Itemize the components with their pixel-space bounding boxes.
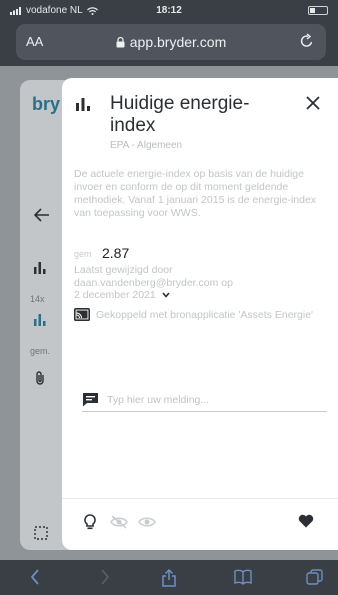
message-icon — [82, 392, 99, 407]
value-label: gem — [74, 249, 92, 259]
forward-icon[interactable] — [100, 569, 110, 585]
signal-icon — [10, 6, 22, 15]
heart-icon[interactable] — [298, 514, 314, 528]
linked-text: Gekoppeld met bronapplicatie 'Assets Ene… — [96, 309, 314, 321]
bg-label-gem: gem. — [30, 346, 51, 356]
address-bar[interactable]: AA app.bryder.com — [16, 24, 326, 60]
cast-icon — [74, 308, 90, 321]
back-icon[interactable] — [30, 569, 40, 585]
wifi-icon — [86, 6, 98, 15]
hidden-eye-icon[interactable] — [110, 514, 128, 530]
changed-date-dropdown[interactable]: 2 december 2021 — [74, 289, 170, 302]
linked-source: Gekoppeld met bronapplicatie 'Assets Ene… — [74, 308, 329, 322]
footer-divider — [62, 498, 338, 499]
select-area-icon[interactable] — [34, 526, 48, 540]
bg-label-14x: 14x — [30, 294, 45, 304]
paperclip-icon[interactable] — [34, 370, 46, 386]
chevron-down-icon — [162, 292, 170, 298]
last-changed-info: Laatst gewijzigd door daan.vandenberg@br… — [74, 264, 304, 302]
chart-icon-highlighted — [34, 314, 46, 326]
panel-title: Huidige energie-index — [110, 93, 250, 136]
note-field[interactable] — [82, 388, 327, 412]
back-arrow-icon[interactable] — [34, 208, 50, 222]
url-display[interactable]: app.bryder.com — [16, 34, 326, 50]
battery-icon — [308, 6, 328, 15]
status-bar: vodafone NL 18:12 — [0, 0, 338, 22]
description-text: De actuele energie-index op basis van de… — [74, 168, 317, 219]
chart-icon — [76, 98, 90, 111]
carrier-group: vodafone NL — [10, 5, 98, 16]
url-text: app.bryder.com — [129, 34, 227, 50]
changed-by-text: Laatst gewijzigd door daan.vandenberg@br… — [74, 264, 233, 289]
eye-icon[interactable] — [138, 514, 156, 530]
close-button[interactable] — [306, 96, 320, 110]
lock-icon — [116, 36, 125, 48]
carrier-label: vodafone NL — [26, 5, 83, 16]
note-input[interactable] — [107, 393, 327, 406]
chart-icon — [34, 262, 46, 274]
brand-logo: bry — [32, 94, 61, 114]
browser-toolbar — [0, 560, 338, 595]
detail-panel: Huidige energie-index EPA - Algemeen De … — [62, 78, 338, 550]
reload-icon[interactable] — [300, 33, 314, 49]
clock: 18:12 — [156, 5, 182, 16]
changed-date-text: 2 december 2021 — [74, 289, 156, 301]
tabs-icon[interactable] — [306, 569, 323, 586]
lightbulb-icon[interactable] — [84, 514, 96, 530]
share-icon[interactable] — [162, 569, 176, 587]
panel-subtitle: EPA - Algemeen — [110, 140, 183, 151]
bookmarks-icon[interactable] — [234, 569, 252, 585]
value-text: 2.87 — [102, 245, 130, 261]
